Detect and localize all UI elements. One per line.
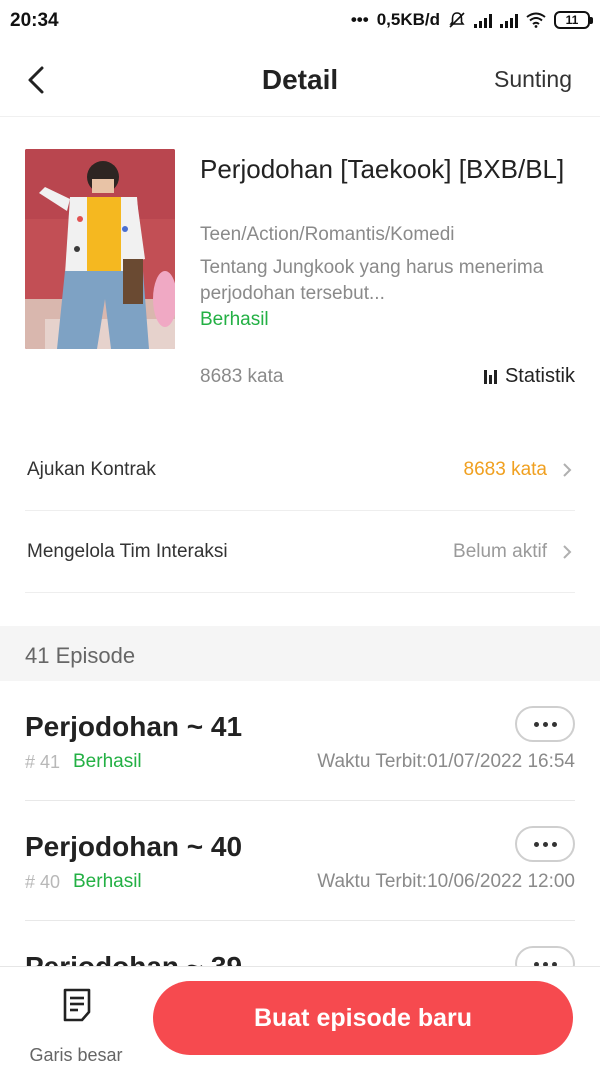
episodes-header: 41 Episode bbox=[0, 626, 600, 681]
episode-publish-time: Waktu Terbit:10/06/2022 12:00 bbox=[317, 871, 575, 892]
row-value: Belum aktif bbox=[453, 541, 547, 562]
episode-status: Berhasil bbox=[73, 751, 142, 772]
book-cover-image[interactable] bbox=[25, 149, 175, 349]
outline-document-icon bbox=[63, 988, 91, 1022]
status-bar: 20:34 ••• 0,5KB/d 11 bbox=[0, 0, 600, 44]
episode-item[interactable]: Perjodohan ~ 41 # 41 Berhasil Waktu Terb… bbox=[25, 681, 575, 801]
submit-contract-row[interactable]: Ajukan Kontrak 8683 kata bbox=[25, 429, 575, 511]
notifications-off-icon bbox=[449, 12, 465, 28]
bar-chart-icon bbox=[483, 369, 497, 384]
network-speed: 0,5KB/d bbox=[376, 10, 440, 29]
statistics-label: Statistik bbox=[504, 365, 575, 387]
episode-title: Perjodohan ~ 41 bbox=[25, 711, 243, 742]
chevron-right-icon bbox=[563, 463, 572, 477]
wifi-icon bbox=[526, 12, 546, 28]
episode-item[interactable]: Perjodohan ~ 40 # 40 Berhasil Waktu Terb… bbox=[25, 801, 575, 921]
episode-status: Berhasil bbox=[73, 871, 142, 892]
more-options-button[interactable] bbox=[515, 706, 575, 742]
word-count: 8683 kata bbox=[200, 366, 284, 387]
manage-interaction-team-row[interactable]: Mengelola Tim Interaksi Belum aktif bbox=[25, 511, 575, 593]
book-genres: Teen/Action/Romantis/Komedi bbox=[200, 224, 455, 245]
battery-icon: 11 bbox=[554, 11, 593, 29]
outline-label: Garis besar bbox=[29, 1045, 123, 1065]
statistics-button[interactable]: Statistik bbox=[483, 365, 575, 388]
signal-icon bbox=[474, 12, 492, 28]
more-options-button[interactable] bbox=[515, 826, 575, 862]
book-info: Perjodohan [Taekook] [BXB/BL] Teen/Actio… bbox=[0, 116, 600, 416]
book-description: Tentang Jungkook yang harus menerima per… bbox=[200, 257, 544, 304]
more-dots-icon: ••• bbox=[350, 10, 369, 29]
episode-title: Perjodohan ~ 40 bbox=[25, 831, 243, 862]
episode-number: # 41 bbox=[25, 752, 61, 772]
nav-bar: Detail Sunting bbox=[0, 44, 600, 116]
edit-button[interactable]: Sunting bbox=[494, 66, 572, 93]
bottom-action-bar: Garis besar Buat episode baru bbox=[0, 966, 600, 1067]
signal-icon bbox=[500, 12, 518, 28]
episode-number: # 40 bbox=[25, 872, 61, 892]
status-time: 20:34 bbox=[10, 10, 59, 31]
outline-button[interactable]: Garis besar bbox=[20, 981, 132, 1065]
row-value: 8683 kata bbox=[463, 459, 547, 480]
episode-count: 41 Episode bbox=[25, 643, 136, 668]
status-indicators: ••• 0,5KB/d 11 bbox=[350, 10, 593, 30]
create-episode-button[interactable]: Buat episode baru bbox=[153, 981, 573, 1055]
book-title: Perjodohan [Taekook] [BXB/BL] bbox=[200, 154, 565, 184]
row-label: Ajukan Kontrak bbox=[27, 459, 156, 480]
chevron-right-icon bbox=[563, 545, 572, 559]
row-label: Mengelola Tim Interaksi bbox=[27, 541, 228, 562]
book-status: Berhasil bbox=[200, 309, 269, 330]
episode-publish-time: Waktu Terbit:01/07/2022 16:54 bbox=[317, 751, 575, 772]
